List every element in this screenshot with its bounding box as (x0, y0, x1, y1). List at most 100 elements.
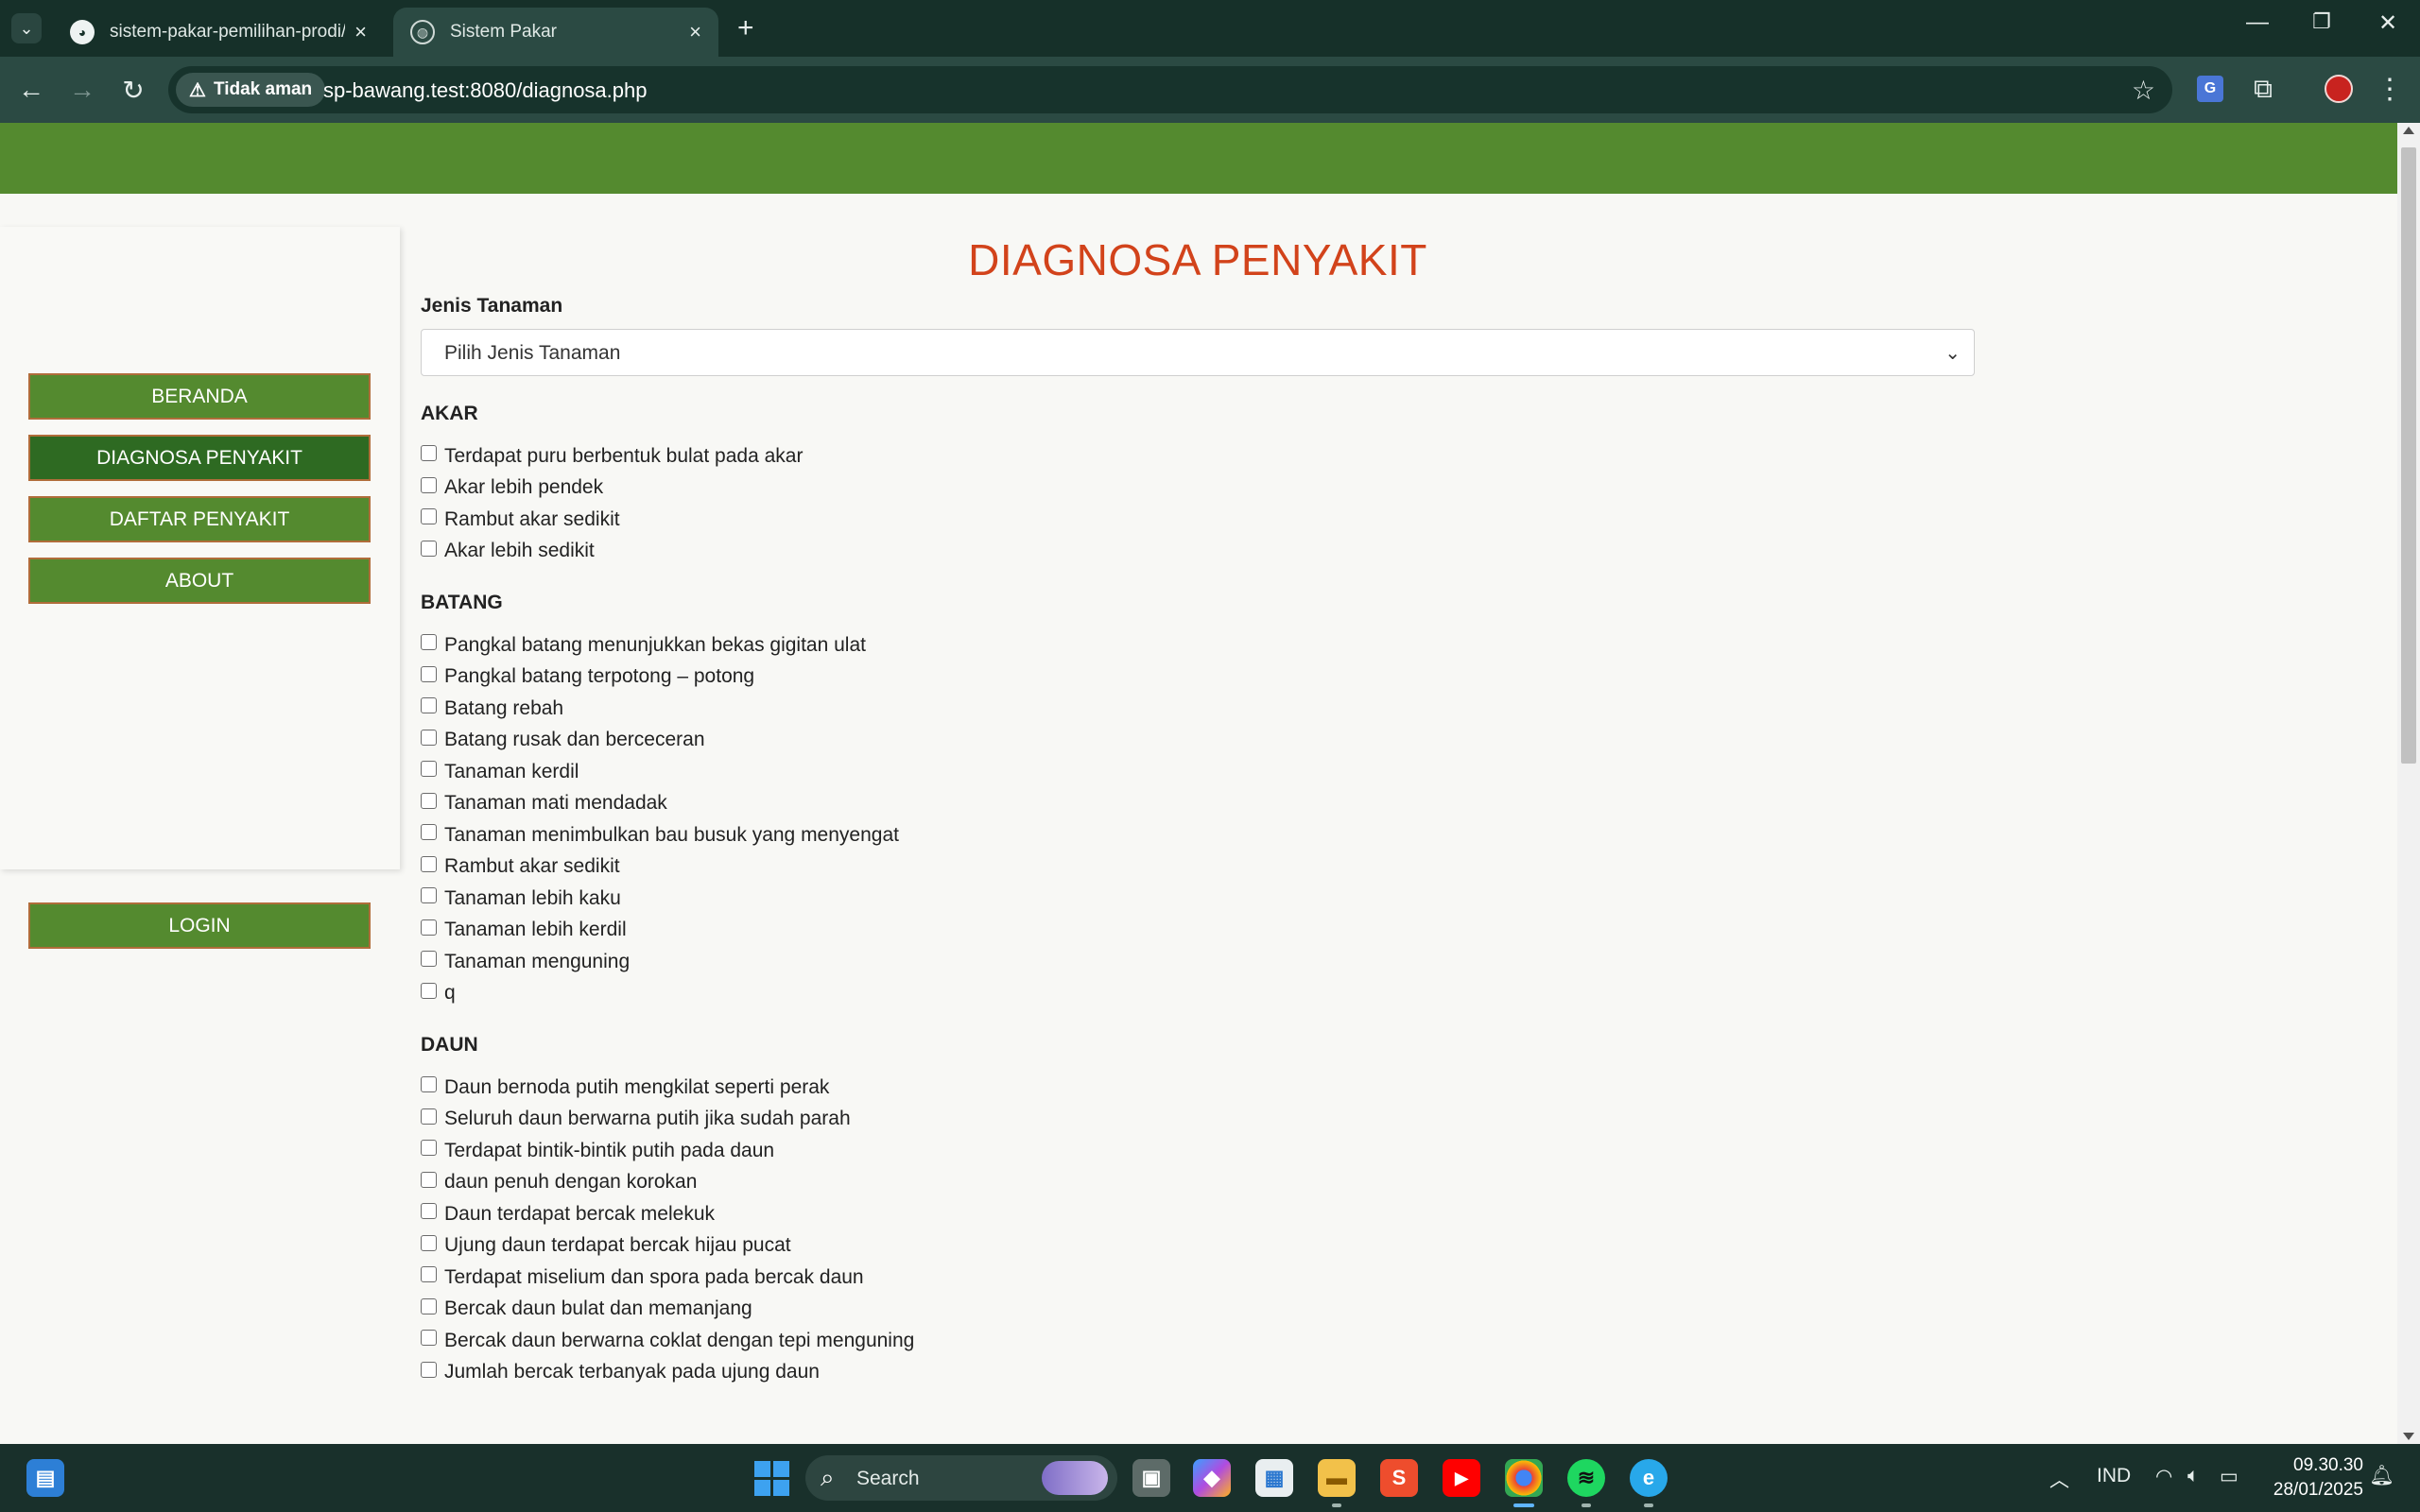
taskbar-search[interactable]: ⌕ Search (805, 1455, 1117, 1501)
symptom-checkbox[interactable] (421, 761, 437, 777)
symptom-checkbox[interactable] (421, 982, 437, 999)
spotify-icon[interactable]: ≋ (1567, 1459, 1605, 1497)
symptom-checkbox[interactable] (421, 1361, 437, 1378)
symptom-checkbox[interactable] (421, 1076, 437, 1092)
bookmark-star-icon[interactable]: ☆ (2132, 75, 2155, 106)
symptom-row[interactable]: Akar lebih sedikit (421, 536, 595, 567)
symptom-row[interactable]: q (421, 978, 456, 1009)
tab-search-chevron-icon[interactable]: ⌄ (11, 13, 42, 43)
symptom-checkbox[interactable] (421, 1108, 437, 1125)
symptom-row[interactable]: Batang rusak dan berceceran (421, 725, 705, 756)
symptom-row[interactable]: Daun bernoda putih mengkilat seperti per… (421, 1072, 829, 1103)
symptom-row[interactable]: Bercak daun bulat dan memanjang (421, 1294, 752, 1325)
volume-icon[interactable]: 🔈︎ (2187, 1465, 2200, 1487)
browser-menu-kebab-icon[interactable]: ⋮ (2371, 70, 2409, 108)
symptom-row[interactable]: Daun terdapat bercak melekuk (421, 1198, 715, 1229)
login-button[interactable]: LOGIN (28, 902, 371, 949)
input-language[interactable]: IND (2097, 1465, 2131, 1487)
back-arrow-icon[interactable]: ← (11, 70, 51, 110)
page-scrollbar[interactable] (2397, 123, 2420, 1444)
symptom-row[interactable]: Batang rebah (421, 693, 563, 724)
microsoft-store-icon[interactable]: ▦ (1255, 1459, 1293, 1497)
symptom-checkbox[interactable] (421, 729, 437, 746)
symptom-row[interactable]: Tanaman kerdil (421, 756, 579, 787)
system-clock[interactable]: 09.30.30 28/01/2025 (2259, 1453, 2363, 1503)
symptom-checkbox[interactable] (421, 1140, 437, 1156)
widgets-icon[interactable]: ▤ (26, 1459, 64, 1497)
restore-icon[interactable]: ❐ (2303, 9, 2341, 34)
sidebar-item-about[interactable]: ABOUT (28, 558, 371, 604)
symptom-row[interactable]: Jumlah bercak terbanyak pada ujung daun (421, 1357, 820, 1388)
symptom-checkbox[interactable] (421, 1234, 437, 1251)
symptom-checkbox[interactable] (421, 697, 437, 713)
sidebar-item-beranda[interactable]: BERANDA (28, 373, 371, 420)
symptom-row[interactable]: Tanaman menimbulkan bau busuk yang menye… (421, 819, 899, 850)
youtube-icon[interactable]: ▶ (1443, 1459, 1480, 1497)
symptom-row[interactable]: Terdapat bintik-bintik putih pada daun (421, 1135, 774, 1166)
window-close-icon[interactable]: ✕ (2369, 9, 2407, 37)
browser-tab-sistem-pakar[interactable]: ◍ Sistem Pakar × (393, 8, 718, 57)
tab-close-icon[interactable]: × (354, 20, 367, 44)
windows-start-icon[interactable] (752, 1459, 790, 1497)
new-tab-plus-icon[interactable]: + (737, 11, 754, 45)
battery-icon[interactable]: ▭ (2220, 1465, 2238, 1488)
copilot-icon[interactable]: ◆ (1193, 1459, 1231, 1497)
symptom-row[interactable]: Bercak daun berwarna coklat dengan tepi … (421, 1325, 914, 1356)
sidebar-item-diagnosa-penyakit[interactable]: DIAGNOSA PENYAKIT (28, 435, 371, 481)
symptom-checkbox[interactable] (421, 1266, 437, 1282)
symptom-checkbox[interactable] (421, 1171, 437, 1188)
symptom-row[interactable]: daun penuh dengan korokan (421, 1167, 697, 1198)
minimize-icon[interactable]: — (2238, 9, 2276, 36)
symptom-checkbox[interactable] (421, 855, 437, 872)
edge-icon[interactable]: e (1630, 1459, 1668, 1497)
url-text[interactable]: sp-bawang.test:8080/diagnosa.php (323, 78, 647, 103)
file-explorer-icon[interactable]: ▬ (1318, 1459, 1356, 1497)
chrome-icon[interactable] (1505, 1459, 1543, 1497)
symptom-checkbox[interactable] (421, 951, 437, 967)
symptom-row[interactable]: Seluruh daun berwarna putih jika sudah p… (421, 1104, 851, 1135)
profile-avatar-icon[interactable] (2320, 70, 2358, 108)
symptom-checkbox[interactable] (421, 887, 437, 903)
symptom-row[interactable]: Tanaman menguning (421, 946, 630, 977)
sidebar-item-daftar-penyakit[interactable]: DAFTAR PENYAKIT (28, 496, 371, 542)
symptom-row[interactable]: Terdapat miselium dan spora pada bercak … (421, 1262, 864, 1293)
browser-tab-github[interactable]: ◕ sistem-pakar-pemilihan-prodi/ × (53, 8, 384, 57)
symptom-checkbox[interactable] (421, 476, 437, 493)
shopee-icon[interactable]: S (1380, 1459, 1418, 1497)
symptom-checkbox[interactable] (421, 919, 437, 936)
symptom-checkbox[interactable] (421, 508, 437, 524)
scroll-up-arrow-icon[interactable] (2403, 127, 2414, 134)
site-security-chip[interactable]: ⚠ Tidak aman (176, 73, 326, 107)
symptom-row[interactable]: Terdapat puru berbentuk bulat pada akar (421, 440, 803, 472)
symptom-row[interactable]: Tanaman lebih kaku (421, 883, 621, 914)
symptom-row[interactable]: Rambut akar sedikit (421, 851, 620, 883)
symptom-row[interactable]: Tanaman lebih kerdil (421, 915, 627, 946)
scroll-down-arrow-icon[interactable] (2403, 1433, 2414, 1440)
wifi-icon[interactable]: ◠ (2155, 1465, 2172, 1488)
address-bar[interactable]: ⚠ Tidak aman sp-bawang.test:8080/diagnos… (168, 66, 2172, 113)
plant-type-select[interactable]: Pilih Jenis Tanaman ⌄ (421, 329, 1975, 376)
symptom-checkbox[interactable] (421, 792, 437, 809)
symptom-checkbox[interactable] (421, 824, 437, 840)
notification-bell-icon[interactable]: 🔔︎ (2369, 1465, 2394, 1487)
symptom-row[interactable]: Ujung daun terdapat bercak hijau pucat (421, 1230, 791, 1262)
scroll-thumb[interactable] (2401, 147, 2416, 764)
symptom-row[interactable]: Pangkal batang terpotong – potong (421, 662, 754, 693)
symptom-row[interactable]: Pangkal batang menunjukkan bekas gigitan… (421, 629, 866, 661)
symptom-checkbox[interactable] (421, 1203, 437, 1219)
symptom-checkbox[interactable] (421, 665, 437, 682)
forward-arrow-icon[interactable]: → (62, 70, 102, 110)
symptom-checkbox[interactable] (421, 540, 437, 557)
show-hidden-icons-chevron-icon[interactable]: ︿ (2049, 1465, 2069, 1493)
symptom-checkbox[interactable] (421, 1330, 437, 1346)
task-view-icon[interactable]: ▣ (1132, 1459, 1170, 1497)
symptom-checkbox[interactable] (421, 1297, 437, 1314)
symptom-row[interactable]: Tanaman mati mendadak (421, 788, 667, 819)
tab-close-icon[interactable]: × (689, 20, 701, 44)
symptom-row[interactable]: Akar lebih pendek (421, 472, 603, 504)
extensions-puzzle-icon[interactable]: ⧉ (2244, 70, 2282, 108)
google-translate-icon[interactable]: G (2191, 70, 2229, 108)
symptom-checkbox[interactable] (421, 634, 437, 650)
reload-icon[interactable]: ↻ (113, 70, 153, 110)
symptom-row[interactable]: Rambut akar sedikit (421, 504, 620, 535)
